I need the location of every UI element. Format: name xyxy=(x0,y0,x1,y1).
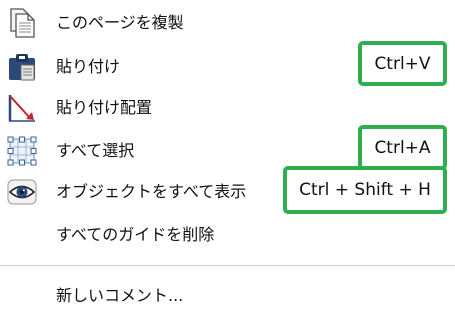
shortcut-select-all: Ctrl+A xyxy=(358,125,447,170)
shortcut-show-all-objects: Ctrl + Shift + H xyxy=(283,166,447,214)
menu-item-label: オブジェクトをすべて表示 xyxy=(56,182,247,201)
paste-in-place-icon xyxy=(6,92,38,124)
context-menu: このページを複製 貼り付け Ctrl+V 貼り付け配置 すべて選択 Ctrl+A… xyxy=(0,0,455,321)
menu-item-label: 貼り付け xyxy=(56,57,121,76)
menu-item-label: すべてのガイドを削除 xyxy=(56,225,215,244)
menu-item-new-comment[interactable]: 新しいコメント... xyxy=(0,276,455,316)
menu-item-delete-all-guides[interactable]: すべてのガイドを削除 xyxy=(0,215,455,255)
menu-item-label: 新しいコメント... xyxy=(56,286,184,305)
menu-item-label: 貼り付け配置 xyxy=(56,98,153,117)
clipboard-icon xyxy=(6,51,38,83)
duplicate-page-icon xyxy=(6,7,38,39)
shortcut-paste: Ctrl+V xyxy=(358,41,447,86)
menu-item-duplicate-page[interactable]: このページを複製 xyxy=(0,3,455,43)
menu-item-label: このページを複製 xyxy=(56,13,184,32)
eye-icon xyxy=(6,176,38,208)
select-all-icon xyxy=(6,135,38,167)
menu-item-paste-in-place[interactable]: 貼り付け配置 xyxy=(0,88,455,128)
menu-separator xyxy=(0,265,455,266)
menu-item-label: すべて選択 xyxy=(56,141,135,160)
